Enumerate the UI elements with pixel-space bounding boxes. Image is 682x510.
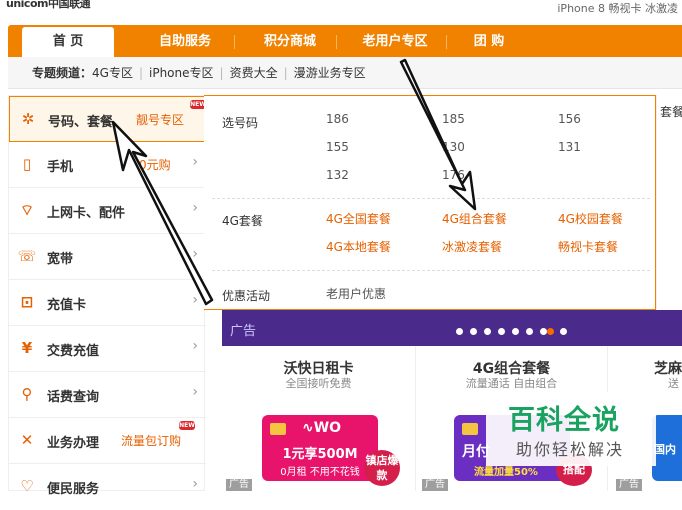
arrow-to-numbers-icon bbox=[111, 120, 214, 306]
annotation-arrows bbox=[111, 58, 477, 306]
arrow-to-combo-plan-icon bbox=[399, 58, 477, 211]
